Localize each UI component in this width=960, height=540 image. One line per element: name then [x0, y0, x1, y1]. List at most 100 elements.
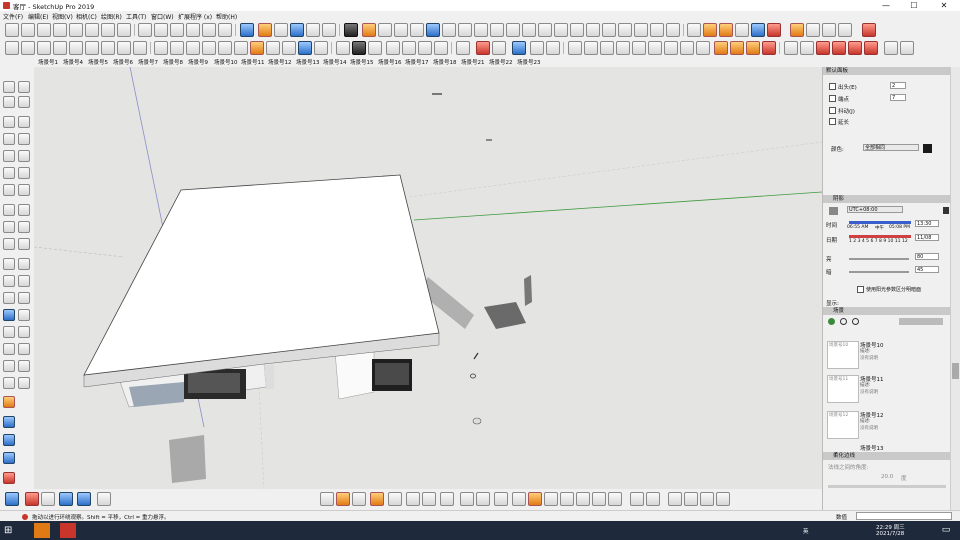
plugin-curve-icon[interactable] [554, 23, 568, 37]
list-icon[interactable] [456, 41, 470, 55]
solid-tools-icon[interactable] [21, 41, 35, 55]
trash-blue-icon[interactable] [41, 492, 55, 506]
tab-scene-23[interactable]: 场景号23 [517, 58, 541, 66]
view-front-icon[interactable] [37, 23, 51, 37]
table-icon[interactable] [668, 492, 682, 506]
v-ray-icon[interactable] [790, 23, 804, 37]
scale-icon[interactable] [3, 238, 15, 250]
house-garage-icon[interactable] [434, 41, 448, 55]
tape-measure-icon[interactable] [3, 258, 15, 270]
plugin-cube-icon[interactable] [426, 23, 440, 37]
rectangle-icon[interactable] [3, 133, 15, 145]
start-windows-icon[interactable]: ⊞ [4, 523, 20, 538]
align-icon[interactable] [648, 41, 662, 55]
paint-bucket-icon[interactable] [3, 96, 15, 108]
pencil-icon[interactable] [460, 492, 474, 506]
material-icon[interactable] [714, 41, 728, 55]
purge-icon[interactable] [832, 41, 846, 55]
measurements-input[interactable] [856, 512, 952, 520]
tab-scene-12[interactable]: 场景号12 [268, 58, 292, 66]
endpoint-checkbox[interactable] [829, 95, 836, 102]
tab-scene-4[interactable]: 场景号4 [63, 58, 83, 66]
text-icon[interactable] [18, 275, 30, 287]
pan-icon[interactable] [18, 309, 30, 321]
cut-tool-icon[interactable] [576, 492, 590, 506]
stair-icon[interactable] [218, 41, 232, 55]
trash-icon[interactable] [25, 492, 39, 506]
sun-toggle-icon[interactable] [703, 23, 717, 37]
tower-icon[interactable] [492, 41, 506, 55]
profile-icon[interactable] [368, 41, 382, 55]
look-around-icon[interactable] [18, 360, 30, 372]
view-bottom-icon[interactable] [101, 23, 115, 37]
refresh-scene-icon[interactable] [828, 318, 835, 325]
plugin-offset-icon[interactable] [490, 23, 504, 37]
select-icon[interactable] [3, 81, 15, 93]
view-top-icon[interactable] [21, 23, 35, 37]
v-ray-material-icon[interactable] [806, 23, 820, 37]
tab-scene-15[interactable]: 场景号15 [350, 58, 374, 66]
box-plugin-icon[interactable] [69, 41, 83, 55]
rotate-plugin-icon[interactable] [584, 41, 598, 55]
flag-icon[interactable] [700, 492, 714, 506]
drape-icon[interactable] [352, 492, 366, 506]
view-left-icon[interactable] [85, 23, 99, 37]
plugin-layer-icon[interactable] [666, 23, 680, 37]
remove-scene-icon[interactable] [852, 318, 859, 325]
tab-scene-9[interactable]: 场景号9 [188, 58, 208, 66]
camera-plugin-icon[interactable] [336, 41, 350, 55]
expand-icon[interactable] [3, 452, 15, 464]
two-point-arc-icon[interactable] [18, 167, 30, 179]
tab-scene-1[interactable]: 场景号1 [38, 58, 58, 66]
line-icon[interactable] [3, 116, 15, 128]
plugin-fillet-icon[interactable] [506, 23, 520, 37]
outline-extension-checkbox[interactable] [829, 83, 836, 90]
scenes-header[interactable]: 场景 [823, 307, 951, 315]
position-camera-icon[interactable] [3, 360, 15, 372]
outline-extension-value[interactable]: 2 [890, 82, 906, 89]
view-iso-icon[interactable] [5, 23, 19, 37]
building-icon[interactable] [476, 41, 490, 55]
cube-plugin-icon[interactable] [53, 41, 67, 55]
brick-icon[interactable] [512, 492, 526, 506]
hammer-icon[interactable] [494, 492, 508, 506]
date-input[interactable]: 11/08 [915, 234, 939, 241]
settings-gear-icon[interactable] [97, 492, 111, 506]
menu-extensions[interactable]: 扩展程序 (x) [178, 12, 212, 21]
stop-icon[interactable] [864, 41, 878, 55]
frame-plugin-icon[interactable] [800, 41, 814, 55]
check-icon[interactable] [684, 492, 698, 506]
timezone-select[interactable]: UTC+08:00 [847, 206, 903, 213]
component-icon[interactable] [117, 23, 131, 37]
export-icon[interactable] [568, 41, 582, 55]
lamp-icon[interactable] [476, 492, 490, 506]
toolbox-icon[interactable] [528, 492, 542, 506]
wireframe-icon[interactable] [154, 23, 168, 37]
nail-icon[interactable] [646, 492, 660, 506]
fog-icon[interactable] [735, 23, 749, 37]
scene-thumb-12[interactable]: 场景号12 [827, 411, 859, 439]
walk-icon[interactable] [3, 377, 15, 389]
rotated-rectangle-icon[interactable] [18, 133, 30, 145]
tab-scene-6[interactable]: 场景号6 [113, 58, 133, 66]
scissors-icon[interactable] [592, 492, 606, 506]
upload-icon[interactable] [59, 492, 73, 506]
sun-shading-checkbox[interactable] [857, 286, 864, 293]
door-icon[interactable] [186, 41, 200, 55]
menu-help[interactable]: 帮助(H) [216, 12, 237, 21]
add-scene-icon[interactable] [840, 318, 847, 325]
style-builder-icon[interactable] [322, 23, 336, 37]
paint-bucket-plugin-icon[interactable] [730, 41, 744, 55]
3d-text-icon[interactable] [18, 292, 30, 304]
dome-icon[interactable] [314, 41, 328, 55]
input-language[interactable]: 英 [803, 527, 809, 535]
wrench-icon[interactable] [560, 492, 574, 506]
rotate-view-icon[interactable] [422, 492, 436, 506]
tray-scrollbar[interactable] [950, 67, 960, 510]
tab-scene-17[interactable]: 场景号17 [405, 58, 429, 66]
extension-warehouse-icon[interactable] [290, 23, 304, 37]
shadow-settings-icon[interactable] [943, 207, 949, 214]
plugin-sound-icon[interactable] [394, 23, 408, 37]
plugin-end2-icon[interactable] [900, 41, 914, 55]
section-plane-icon[interactable] [240, 23, 254, 37]
